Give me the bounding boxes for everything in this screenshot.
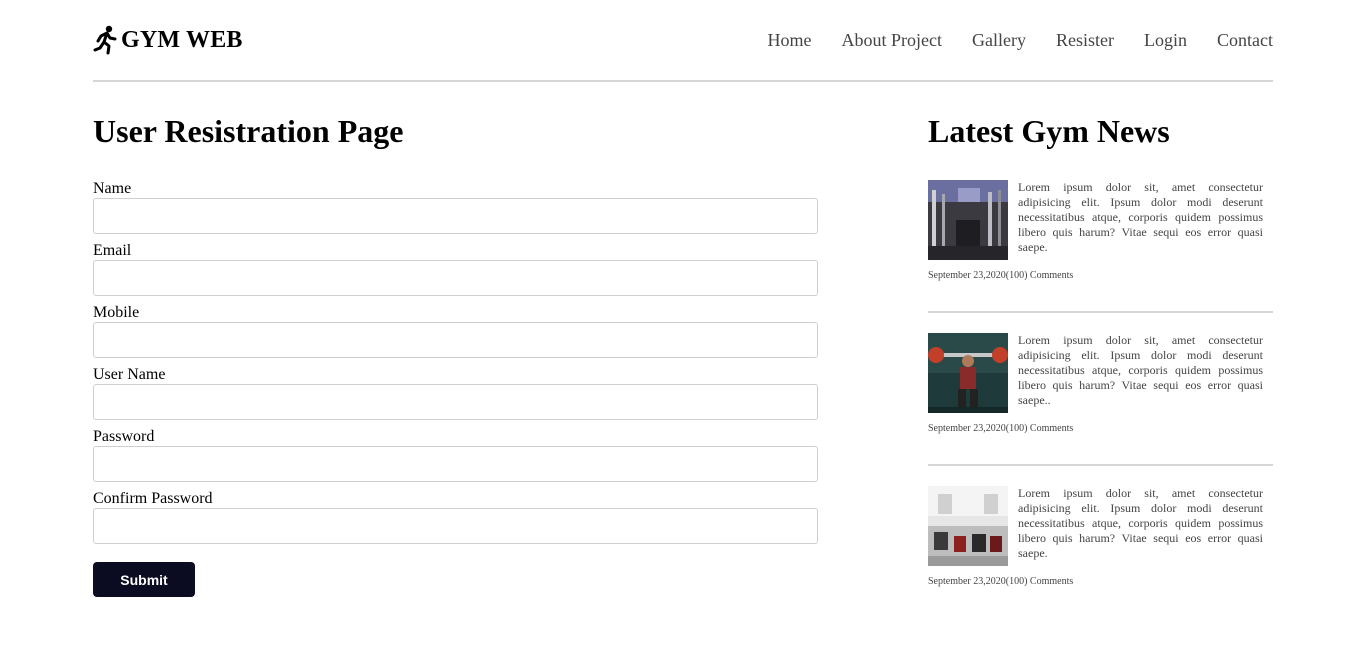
news-item: Lorem ipsum dolor sit, amet consectetur …: [928, 333, 1273, 434]
main-nav: Home About Project Gallery Resister Logi…: [738, 30, 1273, 51]
nav-contact[interactable]: Contact: [1217, 30, 1273, 51]
name-label: Name: [93, 180, 132, 197]
mobile-label: Mobile: [93, 304, 140, 321]
news-item: Lorem ipsum dolor sit, amet consectetur …: [928, 486, 1273, 587]
mobile-input[interactable]: [93, 322, 818, 358]
nav-register[interactable]: Resister: [1056, 30, 1114, 51]
logo[interactable]: GYM WEB: [93, 25, 243, 55]
email-field-group: Email: [93, 242, 818, 304]
news-meta: September 23,2020(100) Comments: [928, 270, 1074, 281]
confirm-password-label: Confirm Password: [93, 490, 213, 507]
news-divider: [928, 311, 1273, 313]
site-header: GYM WEB Home About Project Gallery Resis…: [93, 0, 1273, 82]
news-text: Lorem ipsum dolor sit, amet consectetur …: [1018, 333, 1263, 407]
nav-gallery[interactable]: Gallery: [972, 30, 1026, 51]
weightlifter-thumbnail[interactable]: [928, 333, 1008, 413]
news-meta: September 23,2020(100) Comments: [928, 576, 1074, 587]
news-meta: September 23,2020(100) Comments: [928, 423, 1074, 434]
submit-button[interactable]: Submit: [93, 562, 195, 597]
name-input[interactable]: [93, 198, 818, 234]
email-input[interactable]: [93, 260, 818, 296]
mobile-field-group: Mobile: [93, 304, 818, 366]
logo-text: GYM WEB: [121, 26, 243, 53]
running-person-icon: [93, 25, 117, 55]
registration-form: Name Email Mobile User Name Password Con…: [93, 180, 818, 552]
password-label: Password: [93, 428, 155, 445]
gym-floor-thumbnail[interactable]: [928, 486, 1008, 566]
news-title: Latest Gym News: [928, 113, 1170, 149]
name-field-group: Name: [93, 180, 818, 242]
confirm-password-input[interactable]: [93, 508, 818, 544]
username-input[interactable]: [93, 384, 818, 420]
password-field-group: Password: [93, 428, 818, 490]
password-input[interactable]: [93, 446, 818, 482]
username-label: User Name: [93, 366, 166, 383]
nav-home[interactable]: Home: [768, 30, 812, 51]
news-divider: [928, 464, 1273, 466]
email-label: Email: [93, 242, 132, 259]
nav-about-project[interactable]: About Project: [842, 30, 943, 51]
news-text: Lorem ipsum dolor sit, amet consectetur …: [1018, 486, 1263, 560]
gym-interior-thumbnail[interactable]: [928, 180, 1008, 260]
confirm-password-field-group: Confirm Password: [93, 490, 818, 552]
username-field-group: User Name: [93, 366, 818, 428]
page-title: User Resistration Page: [93, 113, 404, 149]
news-text: Lorem ipsum dolor sit, amet consectetur …: [1018, 180, 1263, 254]
nav-login[interactable]: Login: [1144, 30, 1187, 51]
news-item: Lorem ipsum dolor sit, amet consectetur …: [928, 180, 1273, 281]
